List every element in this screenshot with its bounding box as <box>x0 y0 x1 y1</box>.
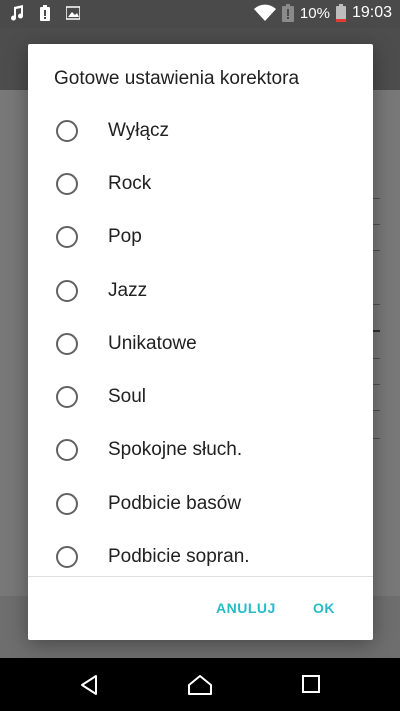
radio-button[interactable] <box>56 546 78 569</box>
option-unikatowe[interactable]: Unikatowe <box>28 317 373 370</box>
music-note-icon <box>11 5 24 21</box>
radio-button[interactable] <box>56 332 78 355</box>
status-bar: 10% 19:03 <box>0 0 400 28</box>
image-icon <box>66 6 80 20</box>
option-label: Podbicie sopran. <box>108 546 250 568</box>
radio-button[interactable] <box>56 279 78 302</box>
cancel-button[interactable]: ANULUJ <box>216 600 276 616</box>
equalizer-presets-dialog: Gotowe ustawienia korektora Wyłącz Rock … <box>28 44 373 640</box>
option-label: Wyłącz <box>108 119 170 141</box>
option-label: Unikatowe <box>108 332 197 354</box>
option-spokojne-sluch[interactable]: Spokojne słuch. <box>28 424 373 477</box>
option-label: Rock <box>108 172 152 194</box>
preset-options-list[interactable]: Wyłącz Rock Pop Jazz Unikatowe Soul Spok… <box>28 104 373 576</box>
wifi-icon <box>253 4 276 21</box>
home-icon[interactable] <box>187 674 213 696</box>
option-rock[interactable]: Rock <box>28 157 373 210</box>
navigation-bar <box>0 658 400 711</box>
option-label: Pop <box>108 226 142 248</box>
dialog-divider <box>28 576 373 577</box>
option-label: Spokojne słuch. <box>108 439 243 461</box>
battery-level-icon <box>335 4 346 22</box>
option-wylacz[interactable]: Wyłącz <box>28 104 373 157</box>
clock: 19:03 <box>351 4 392 21</box>
recents-icon[interactable] <box>301 674 321 694</box>
battery-alert-icon <box>40 5 50 21</box>
radio-button[interactable] <box>56 226 78 249</box>
dialog-title: Gotowe ustawienia korektora <box>54 68 300 89</box>
radio-button[interactable] <box>56 172 78 195</box>
radio-button[interactable] <box>56 119 78 142</box>
ok-button[interactable]: OK <box>313 600 335 616</box>
option-podbicie-basow[interactable]: Podbicie basów <box>28 477 373 530</box>
battery-percent: 10% <box>299 4 330 22</box>
radio-button[interactable] <box>56 386 78 409</box>
option-label: Soul <box>108 386 147 408</box>
option-label: Jazz <box>108 279 148 301</box>
option-podbicie-sopran[interactable]: Podbicie sopran. <box>28 530 373 576</box>
option-label: Podbicie basów <box>108 492 242 514</box>
option-jazz[interactable]: Jazz <box>28 264 373 317</box>
battery-icon <box>281 4 294 22</box>
radio-button[interactable] <box>56 492 78 515</box>
back-icon[interactable] <box>78 674 100 696</box>
radio-button[interactable] <box>56 439 78 462</box>
option-soul[interactable]: Soul <box>28 370 373 423</box>
option-pop[interactable]: Pop <box>28 211 373 264</box>
